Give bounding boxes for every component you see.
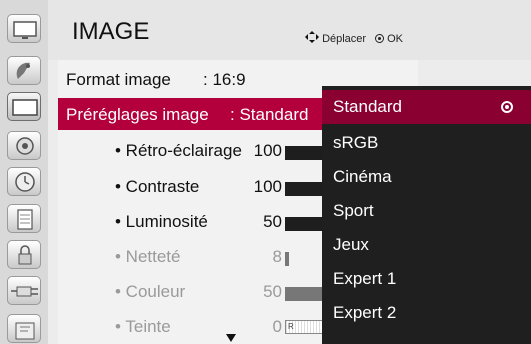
usb-icon[interactable] <box>7 314 41 343</box>
lock-icon[interactable] <box>7 240 41 269</box>
presets-label: Préréglages image <box>66 105 209 124</box>
picture-icon[interactable] <box>7 92 41 121</box>
help-move-text: Déplacer <box>322 32 367 45</box>
settings-list-icon[interactable] <box>7 204 41 233</box>
dropdown-item-srgb[interactable]: sRGB <box>322 126 531 160</box>
help-legend: Déplacer OK <box>305 31 403 46</box>
setting-value: 100 <box>253 141 282 160</box>
level-bar <box>285 287 325 301</box>
dropdown-item-expert-2[interactable]: Expert 2 <box>322 296 531 330</box>
dropdown-item-label: Expert 1 <box>333 269 397 288</box>
dropdown-item-standard[interactable]: Standard <box>322 90 531 124</box>
setting-name: • Teinte <box>115 317 171 336</box>
scroll-down-icon[interactable] <box>226 334 236 342</box>
setting-value: 0 <box>272 317 282 336</box>
setting-name: • Netteté <box>115 247 181 266</box>
setting-name: • Couleur <box>115 282 186 301</box>
presets-value: : Standard <box>230 105 309 124</box>
page-title: IMAGE <box>72 18 150 45</box>
input-plug-icon[interactable] <box>7 276 41 305</box>
dropdown-item-sport[interactable]: Sport <box>322 194 531 228</box>
help-ok-text: OK <box>387 32 403 45</box>
setting-value: 8 <box>272 247 282 266</box>
dropdown-item-label: Cinéma <box>333 167 392 186</box>
format-image-label: Format image <box>66 70 171 89</box>
satellite-icon[interactable] <box>7 56 41 85</box>
level-bar <box>285 217 325 231</box>
dropdown-item-cinema[interactable]: Cinéma <box>322 160 531 194</box>
level-bar <box>285 182 325 196</box>
dropdown-item-label: Jeux <box>333 235 369 254</box>
level-bar <box>285 252 289 266</box>
tv-icon[interactable] <box>7 14 41 43</box>
clock-icon[interactable] <box>7 167 41 196</box>
setting-value: 50 <box>263 212 282 231</box>
radio-selected-icon <box>501 101 513 113</box>
setting-value: 100 <box>253 177 282 196</box>
dropdown-item-expert-1[interactable]: Expert 1 <box>322 262 531 296</box>
dropdown-item-label: Sport <box>333 201 374 220</box>
setting-name: • Luminosité <box>115 212 208 231</box>
setting-name: • Contraste <box>115 177 200 196</box>
ok-button-icon <box>375 34 385 43</box>
tint-bar: R <box>285 320 325 334</box>
setting-value: 50 <box>263 282 282 301</box>
level-bar <box>285 146 325 160</box>
sidebar <box>0 0 48 344</box>
dropdown-item-label: sRGB <box>333 133 379 152</box>
setting-name: • Rétro-éclairage <box>115 141 242 160</box>
format-image-value: : 16:9 <box>203 70 246 89</box>
speaker-icon[interactable] <box>7 131 41 160</box>
dropdown-item-label: Standard <box>333 97 402 116</box>
preset-dropdown: Standard sRGB Cinéma Sport Jeux Expert 1… <box>322 86 531 344</box>
dropdown-item-jeux[interactable]: Jeux <box>322 228 531 262</box>
move-arrows-icon <box>305 31 320 46</box>
dropdown-item-label: Expert 2 <box>333 303 397 322</box>
